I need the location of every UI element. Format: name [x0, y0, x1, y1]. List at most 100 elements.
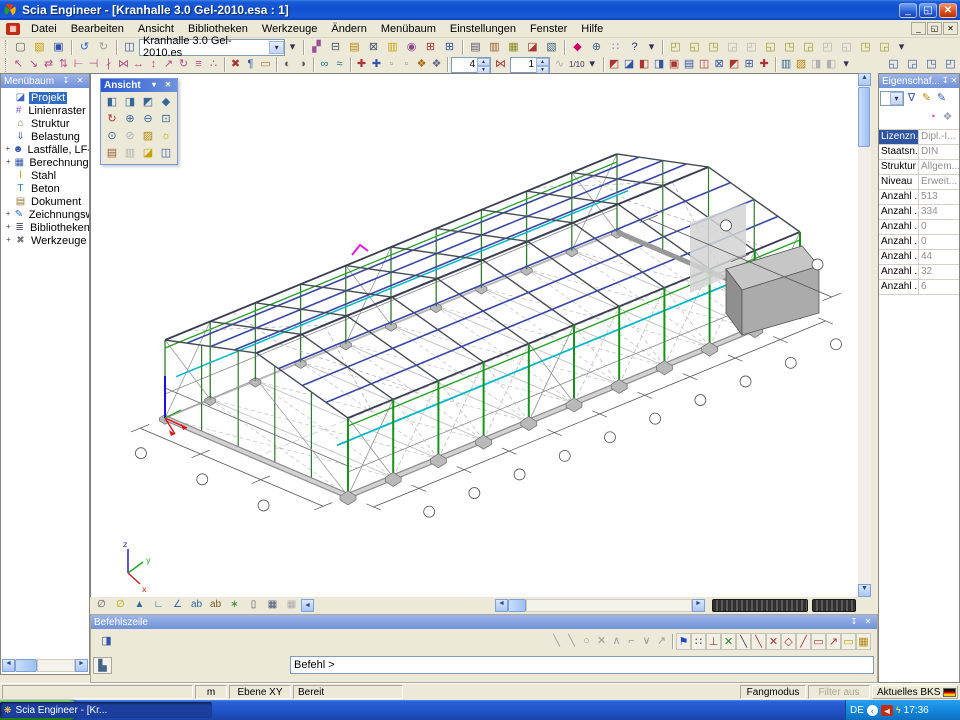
- Zeichnungsw[interactable]: + ✎ Zeichnungsw: [1, 208, 89, 221]
- swap-connect-icon[interactable]: ∞: [317, 56, 332, 73]
- winamp-tray-icon[interactable]: ϟ: [896, 704, 901, 716]
- Scia Engineer - [Kr...[interactable]: ❋ Scia Engineer - [Kr...: [0, 702, 212, 718]
- property-row[interactable]: Anzahl ... 0: [879, 220, 959, 235]
- tree-expander[interactable]: +: [4, 236, 13, 245]
- tree-expander[interactable]: +: [4, 158, 12, 167]
- scroll-thumb[interactable]: [15, 659, 37, 672]
- scroll-down-icon[interactable]: ▼: [858, 584, 871, 597]
- properties-pin-icon[interactable]: ↧: [942, 76, 949, 87]
- property-row[interactable]: Lizenzn... Dipl.-I...: [879, 130, 959, 145]
- stretch-icon[interactable]: ↕: [146, 56, 161, 73]
- status-plane[interactable]: Ebene XY: [229, 685, 291, 699]
- mdi-minimize-button[interactable]: _: [911, 22, 926, 35]
- status-filter[interactable]: Filter aus: [808, 685, 870, 699]
- Menübaum[interactable]: Menübaum: [374, 21, 443, 37]
- tree-hscrollbar[interactable]: ◄ ►: [2, 659, 88, 672]
- viewport-hscrollbar[interactable]: ◄ ►: [495, 599, 705, 612]
- scale-caret[interactable]: ▾: [585, 56, 600, 73]
- ucs-window-icon[interactable]: ◫: [157, 145, 175, 162]
- visibility-folder-icon[interactable]: ▨: [139, 128, 157, 145]
- tree-expander[interactable]: [4, 106, 12, 115]
- print-icon[interactable]: ▤: [466, 39, 485, 56]
- volume-icon[interactable]: ◄: [881, 705, 893, 716]
- command-close-icon[interactable]: ✕: [862, 617, 874, 628]
- open-folder-icon[interactable]: ▧: [30, 39, 49, 56]
- plate-tool-8-icon[interactable]: ◲: [799, 39, 818, 56]
- close-button[interactable]: ✕: [939, 3, 957, 18]
- plate-tool-3-icon[interactable]: ◳: [704, 39, 723, 56]
- tree-expander[interactable]: +: [4, 145, 12, 154]
- window-cascade-2-icon[interactable]: ◲: [903, 56, 922, 73]
- align-icon[interactable]: ≡: [191, 56, 206, 73]
- volumes-icon[interactable]: ▯: [244, 597, 263, 614]
- plate-tool-6-icon[interactable]: ◱: [761, 39, 780, 56]
- property-row[interactable]: Anzahl ... 334: [879, 205, 959, 220]
- viewport-3d-model[interactable]: zyx: [90, 73, 858, 597]
- properties-combo-caret[interactable]: ▾: [890, 92, 903, 105]
- docked-ruler-1[interactable]: [712, 599, 808, 612]
- member-person-icon[interactable]: ¶: [243, 56, 258, 73]
- Beton[interactable]: T Beton: [1, 182, 89, 195]
- node-snap-icon[interactable]: ◇: [781, 633, 796, 650]
- Fenster[interactable]: Fenster: [523, 21, 574, 37]
- intersection-snap-icon[interactable]: ✕: [766, 633, 781, 650]
- view-xz-icon[interactable]: ◧: [103, 94, 121, 111]
- tree-expander[interactable]: [4, 119, 13, 128]
- hatch-icon[interactable]: ❖: [414, 56, 429, 73]
- add-red-icon[interactable]: ✚: [354, 56, 369, 73]
- prop-filter-icon[interactable]: ∇: [904, 90, 919, 107]
- Projekt[interactable]: ◪ Projekt: [1, 91, 89, 104]
- Dokument[interactable]: ▤ Dokument: [1, 195, 89, 208]
- pin-icon[interactable]: ↧: [60, 76, 72, 87]
- view-xy-icon[interactable]: ◩: [139, 94, 157, 111]
- move-node-icon[interactable]: ↖: [11, 56, 26, 73]
- pie-chart-icon[interactable]: ◔: [925, 109, 940, 126]
- Linienraster u[interactable]: # Linienraster u: [1, 104, 89, 117]
- redo-icon[interactable]: ↻: [94, 39, 113, 56]
- pliers-icon[interactable]: ✖: [228, 56, 243, 73]
- image-view2-icon[interactable]: ▥: [121, 145, 139, 162]
- plate-caret[interactable]: ▾: [894, 39, 909, 56]
- docked-ruler-2[interactable]: [812, 599, 856, 612]
- join-members-icon[interactable]: ⋈: [116, 56, 131, 73]
- member-op-3-icon[interactable]: ◧: [637, 56, 652, 73]
- image-gallery-icon[interactable]: ▤: [345, 39, 364, 56]
- toolbar-overflow-caret[interactable]: ▾: [285, 39, 300, 56]
- member-op-4-icon[interactable]: ◨: [652, 56, 667, 73]
- plate-tool-2-icon[interactable]: ◱: [685, 39, 704, 56]
- palette-caret-icon[interactable]: ▾: [148, 80, 160, 91]
- clipboard-icon[interactable]: ▥: [383, 39, 402, 56]
- command-tab-icon[interactable]: ▙: [93, 657, 112, 674]
- zoom-document-icon[interactable]: ⊕: [587, 39, 606, 56]
- Stahl[interactable]: Ⅰ Stahl: [1, 169, 89, 182]
- frames-spinner[interactable]: 4▲▼: [451, 57, 491, 73]
- Ändern[interactable]: Ändern: [324, 21, 373, 37]
- mirror-icon[interactable]: ↔: [131, 56, 146, 73]
- rendered-icon[interactable]: ∅: [111, 597, 130, 614]
- table-window-icon[interactable]: ⊞: [421, 39, 440, 56]
- grid-dot-snap-icon[interactable]: ∷: [691, 633, 706, 650]
- wireframe-icon[interactable]: ∅: [92, 597, 111, 614]
- property-row[interactable]: Anzahl ... 513: [879, 190, 959, 205]
- toolbar-grip-2[interactable]: [5, 58, 8, 72]
- model-axes-icon[interactable]: ∗: [225, 597, 244, 614]
- approx-connect-icon[interactable]: ≈: [332, 56, 347, 73]
- plate-tool-1-icon[interactable]: ◰: [666, 39, 685, 56]
- Bearbeiten[interactable]: Bearbeiten: [64, 21, 131, 37]
- clipping-box-icon[interactable]: ◪: [139, 145, 157, 162]
- plate-tool-10-icon[interactable]: ◱: [837, 39, 856, 56]
- endpoint-snap-icon[interactable]: ╲: [736, 633, 751, 650]
- light-icon[interactable]: ☼: [157, 128, 175, 145]
- plate-tool-4-icon[interactable]: ◲: [723, 39, 742, 56]
- box-3d-icon[interactable]: ◪: [523, 39, 542, 56]
- Struktur[interactable]: ⌂ Struktur: [1, 117, 89, 130]
- status-unit[interactable]: m: [195, 685, 227, 699]
- member-op-2-icon[interactable]: ◪: [622, 56, 637, 73]
- hscroll-thumb[interactable]: [508, 599, 526, 612]
- zoom-in-icon[interactable]: ⊕: [121, 111, 139, 128]
- member-op-8-icon[interactable]: ⊠: [712, 56, 727, 73]
- ghost-1-icon[interactable]: ▫: [384, 56, 399, 73]
- window-cascade-1-icon[interactable]: ◱: [884, 56, 903, 73]
- tree-expander[interactable]: [4, 184, 13, 193]
- member-op-9-icon[interactable]: ◩: [727, 56, 742, 73]
